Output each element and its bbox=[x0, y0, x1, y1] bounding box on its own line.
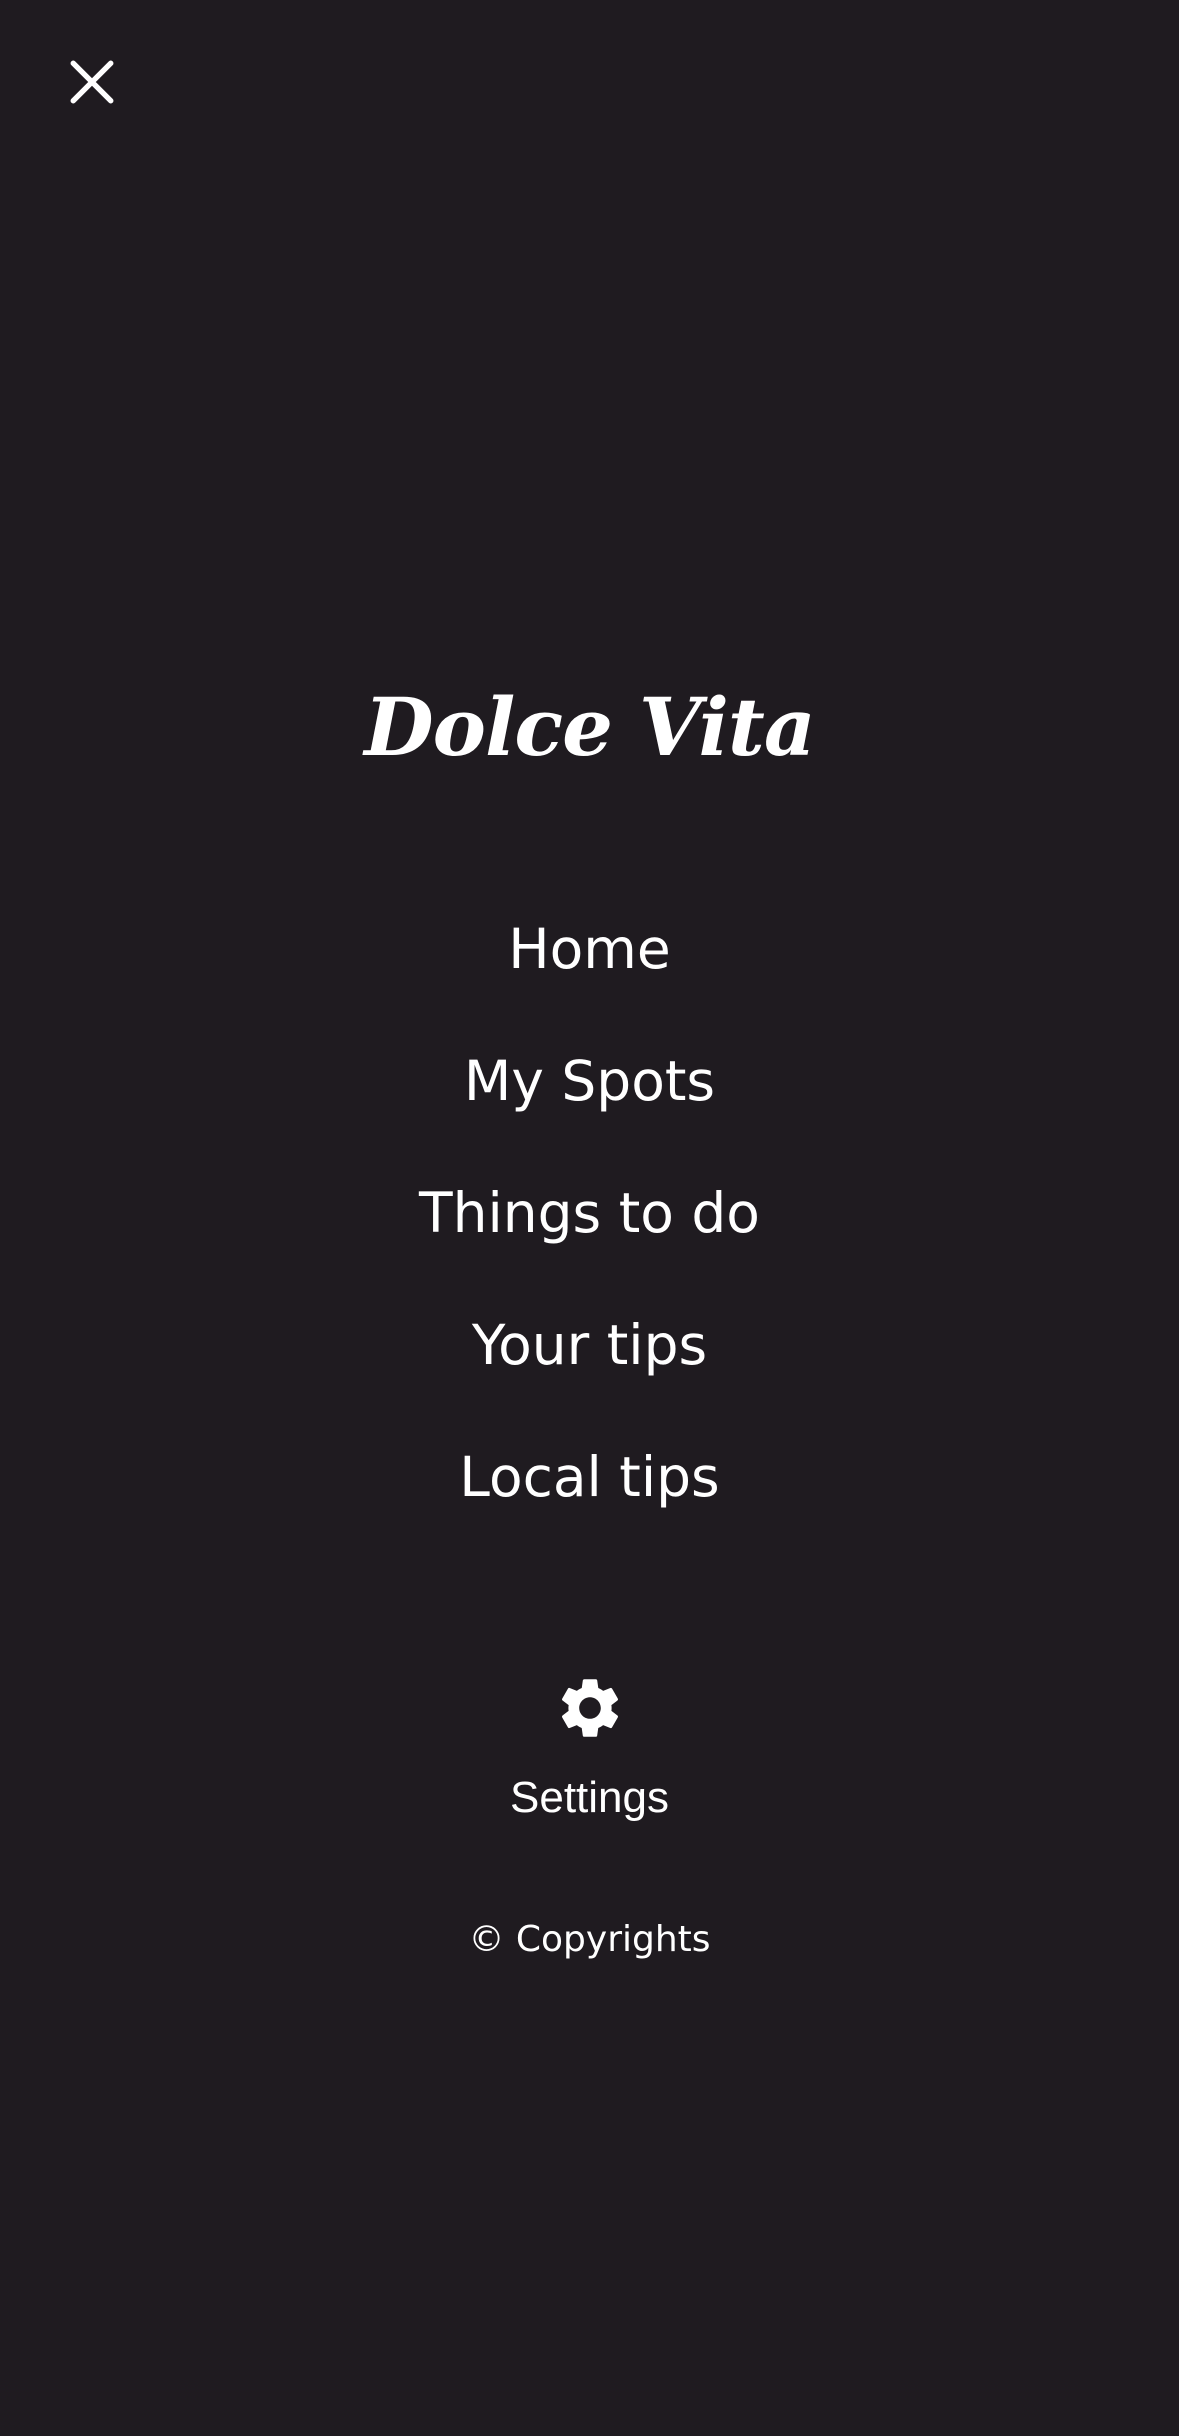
settings-button[interactable]: Settings bbox=[0, 1672, 1179, 1828]
close-button[interactable] bbox=[56, 46, 128, 118]
menu-screen: Dolce Vita Home My Spots Things to do Yo… bbox=[0, 0, 1179, 2436]
nav-item-my-spots[interactable]: My Spots bbox=[0, 1032, 1179, 1164]
gear-icon bbox=[561, 1679, 618, 1737]
app-logo: Dolce Vita bbox=[364, 680, 815, 774]
main-navigation: Home My Spots Things to do Your tips Loc… bbox=[0, 900, 1179, 1560]
nav-item-things-to-do[interactable]: Things to do bbox=[0, 1164, 1179, 1296]
copyright-text: © Copyrights bbox=[468, 1919, 711, 1960]
nav-item-your-tips[interactable]: Your tips bbox=[0, 1296, 1179, 1428]
close-icon bbox=[70, 60, 114, 104]
nav-item-local-tips[interactable]: Local tips bbox=[0, 1428, 1179, 1560]
settings-label: Settings bbox=[510, 1773, 669, 1822]
nav-item-home[interactable]: Home bbox=[0, 900, 1179, 1032]
